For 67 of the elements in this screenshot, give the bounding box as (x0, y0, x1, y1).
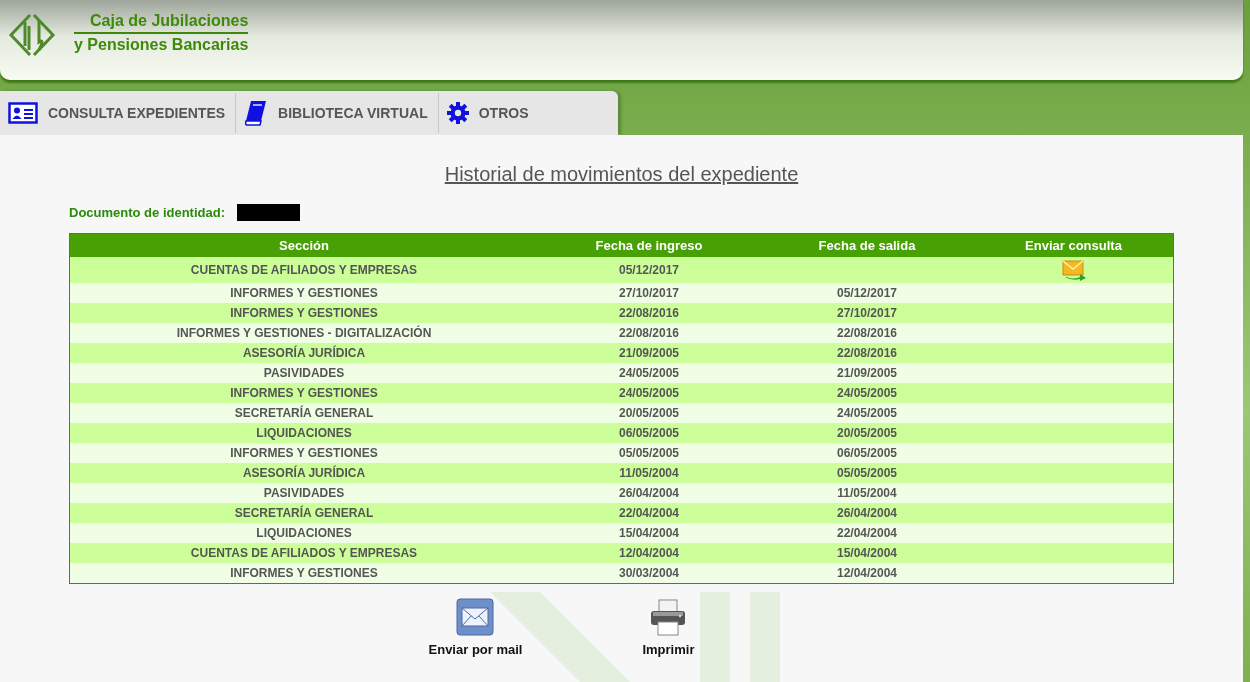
field-label: Documento de identidad: (69, 205, 225, 220)
table-cell: ASESORÍA JURÍDICA (69, 343, 538, 363)
table-cell: 06/05/2005 (836, 446, 898, 460)
table-cell: 11/05/2004 (837, 486, 897, 500)
table-cell: 24/05/2005 (836, 406, 898, 420)
table-cell: 30/03/2004 (538, 563, 760, 584)
table-cell: 24/05/2005 (538, 383, 760, 403)
table-cell: 27/10/2017 (836, 306, 898, 320)
table-cell: 26/04/2004 (538, 483, 760, 503)
book-icon (244, 100, 269, 126)
envelope-icon (456, 598, 495, 636)
column-header: Enviar consulta (974, 233, 1174, 257)
logo-icon (8, 12, 56, 58)
table-cell: INFORMES Y GESTIONES - DIGITALIZACIÓN (69, 323, 538, 343)
table-cell: LIQUIDACIONES (69, 523, 538, 543)
table-cell: 22/08/2016 (538, 303, 760, 323)
table-cell: INFORMES Y GESTIONES (69, 283, 538, 303)
table-cell: 21/09/2005 (836, 366, 898, 380)
nav-tab[interactable]: CONSULTA EXPEDIENTES (0, 93, 237, 133)
table-cell: 22/04/2004 (538, 503, 760, 523)
table-cell: 26/04/2004 (836, 506, 898, 520)
table-cell: 22/08/2016 (836, 346, 898, 360)
table-cell: 20/05/2005 (836, 426, 898, 440)
table-cell: 05/12/2017 (538, 257, 760, 283)
table-cell: ASESORÍA JURÍDICA (69, 463, 538, 483)
table-cell: PASIVIDADES (69, 363, 538, 383)
table-cell: 12/04/2004 (538, 543, 760, 563)
send-mail-icon[interactable] (1060, 259, 1087, 281)
table-cell: 24/05/2005 (836, 386, 898, 400)
table-cell: CUENTAS DE AFILIADOS Y EMPRESAS (69, 257, 538, 283)
table-cell: 12/04/2004 (836, 566, 898, 580)
table-cell: 15/04/2004 (538, 523, 760, 543)
nav-tab[interactable]: BIBLIOTECA VIRTUAL (236, 93, 439, 133)
table-cell: SECRETARÍA GENERAL (69, 503, 538, 523)
table-cell: 05/05/2005 (538, 443, 760, 463)
table-cell: INFORMES Y GESTIONES (69, 303, 538, 323)
table-cell: 15/04/2004 (836, 546, 898, 560)
table-cell: 27/10/2017 (538, 283, 760, 303)
id-card-icon (8, 102, 38, 124)
printer-icon (649, 598, 688, 636)
table-cell: 24/05/2005 (538, 363, 760, 383)
table-cell: SECRETARÍA GENERAL (69, 403, 538, 423)
table-cell: 05/12/2017 (836, 286, 898, 300)
table-cell: 11/05/2004 (538, 463, 760, 483)
table-cell: 06/05/2005 (538, 423, 760, 443)
table-cell: INFORMES Y GESTIONES (69, 563, 538, 584)
column-header: Fecha de salida (760, 233, 974, 257)
table-cell: 22/04/2004 (836, 526, 898, 540)
action-link[interactable]: Imprimir (642, 598, 695, 657)
table-cell: 20/05/2005 (538, 403, 760, 423)
column-header: Sección (69, 233, 538, 257)
table-cell: LIQUIDACIONES (69, 423, 538, 443)
table-cell: INFORMES Y GESTIONES (69, 443, 538, 463)
table-cell: PASIVIDADES (69, 483, 538, 503)
table-cell: 22/08/2016 (836, 326, 898, 340)
table-cell: 22/08/2016 (538, 323, 760, 343)
table-cell: INFORMES Y GESTIONES (69, 383, 538, 403)
org-name: Caja de Jubilaciones (74, 12, 249, 34)
table-cell: 21/09/2005 (538, 343, 760, 363)
table-cell: CUENTAS DE AFILIADOS Y EMPRESAS (69, 543, 538, 563)
nav-tab[interactable]: OTROS (438, 93, 539, 133)
gear-icon (446, 102, 469, 124)
page-title: Historial de movimientos del expediente (444, 163, 799, 186)
action-link[interactable]: Enviar por mail (428, 598, 523, 657)
column-header: Fecha de ingreso (538, 233, 760, 257)
org-name: y Pensiones Bancarias (74, 35, 249, 54)
table-cell: 05/05/2005 (836, 466, 898, 480)
